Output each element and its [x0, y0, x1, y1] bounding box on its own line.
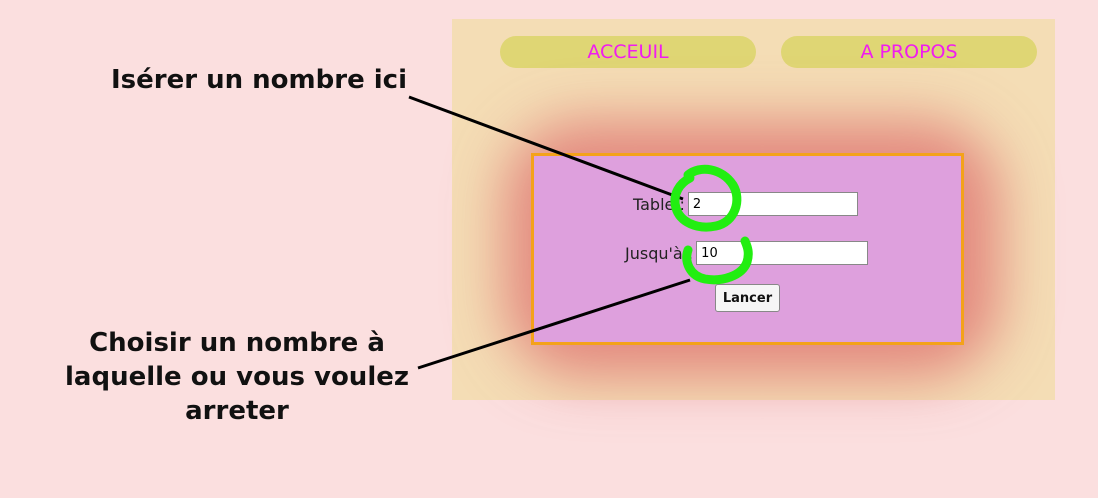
website-panel: ACCEUIL A PROPOS Table : Jusqu'à : Lance… [452, 19, 1055, 400]
table-label: Table : [633, 194, 685, 214]
jusqua-label: Jusqu'à : [625, 243, 694, 263]
annotation-stop-number: Choisir un nombre à laquelle ou vous vou… [65, 328, 409, 426]
jusqua-input[interactable] [696, 241, 869, 265]
nav-apropos-button[interactable]: A PROPOS [781, 36, 1037, 68]
multiplication-form: Table : Jusqu'à : Lancer [531, 153, 964, 345]
nav-accueil-button[interactable]: ACCEUIL [500, 36, 756, 68]
annotation-insert-number: Isérer un nombre ici [110, 65, 407, 95]
lancer-button[interactable]: Lancer [715, 284, 780, 312]
jusqua-row: Jusqu'à : [625, 241, 869, 265]
table-input[interactable] [687, 192, 858, 216]
table-row: Table : [633, 192, 858, 216]
